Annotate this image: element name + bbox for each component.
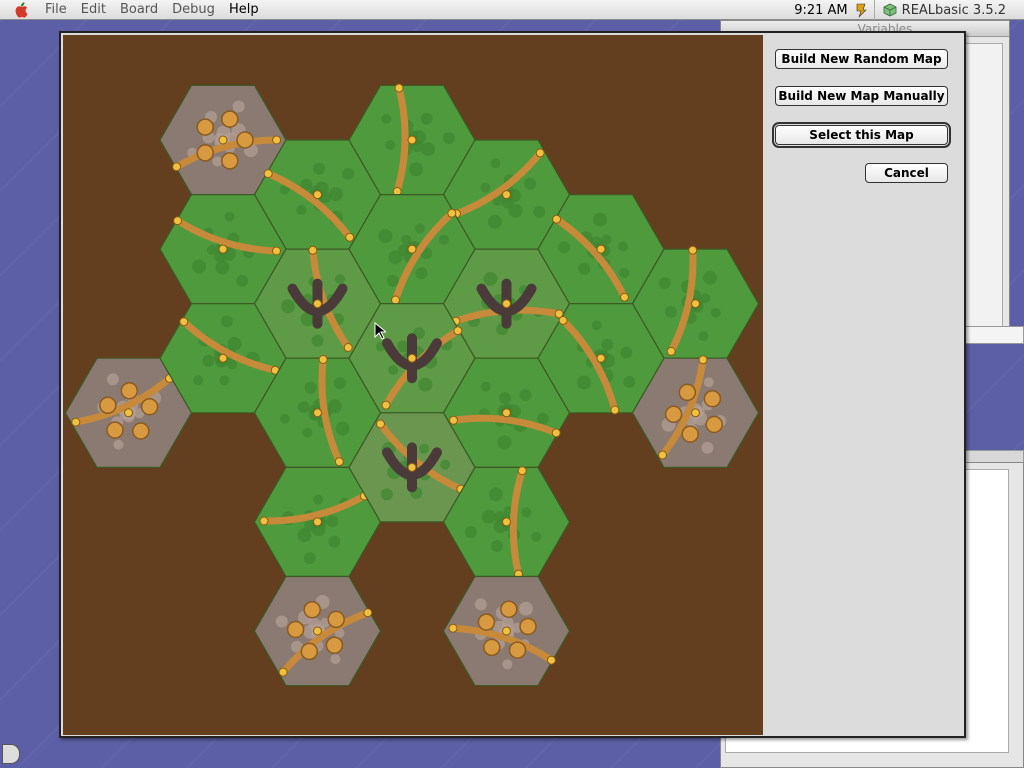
menu-edit[interactable]: Edit: [74, 0, 113, 20]
select-map-button[interactable]: Select this Map: [772, 122, 951, 148]
button-panel: Build New Random Map Build New Map Manua…: [763, 35, 962, 735]
hex-map: [64, 83, 760, 687]
menubar-right: 9:21 AM REALbasic 3.5.2: [788, 0, 1024, 20]
build-random-map-button[interactable]: Build New Random Map: [775, 49, 948, 69]
apple-menu-icon[interactable]: [10, 0, 32, 20]
map-select-dialog: Build New Random Map Build New Map Manua…: [59, 31, 966, 738]
cancel-button[interactable]: Cancel: [865, 163, 948, 183]
menubar-clock[interactable]: 9:21 AM: [788, 3, 853, 18]
app-name: REALbasic 3.5.2: [901, 2, 1006, 18]
drawer-handle-icon[interactable]: [2, 744, 20, 764]
menu-board[interactable]: Board: [113, 0, 165, 20]
application-switcher[interactable]: REALbasic 3.5.2: [873, 0, 1024, 20]
control-strip-icon[interactable]: [854, 2, 868, 18]
map-tile: [253, 575, 382, 687]
map-tile: [442, 575, 571, 687]
background-window-edge[interactable]: [965, 326, 1024, 344]
menu-debug[interactable]: Debug: [165, 0, 222, 20]
menu-file[interactable]: File: [38, 0, 74, 20]
build-manual-map-button[interactable]: Build New Map Manually: [775, 86, 948, 106]
menu-help[interactable]: Help: [222, 0, 266, 20]
realbasic-cube-icon: [883, 3, 897, 17]
map-preview[interactable]: [63, 35, 763, 735]
mouse-cursor-icon: [374, 322, 386, 340]
menu-bar: File Edit Board Debug Help 9:21 AM REALb…: [0, 0, 1024, 20]
